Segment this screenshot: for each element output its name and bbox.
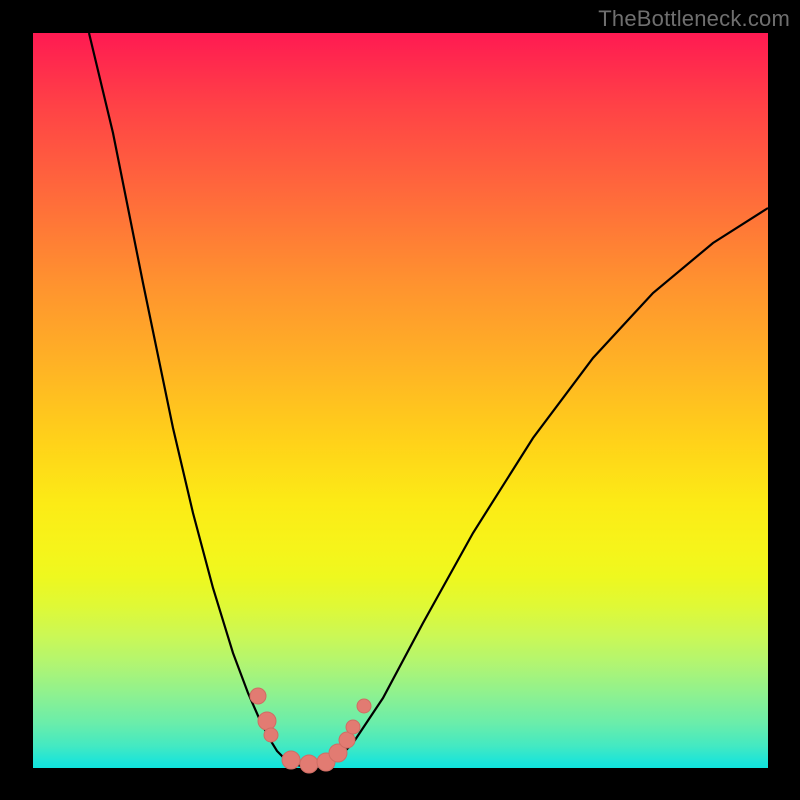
plot-area (33, 33, 768, 768)
data-marker (258, 712, 276, 730)
watermark-text: TheBottleneck.com (598, 6, 790, 32)
data-marker (346, 720, 360, 734)
data-marker (357, 699, 371, 713)
chart-frame: TheBottleneck.com (0, 0, 800, 800)
data-marker (282, 751, 300, 769)
data-marker (300, 755, 318, 773)
data-marker (250, 688, 266, 704)
bottleneck-curve (89, 33, 768, 767)
plot-svg (33, 33, 768, 768)
data-marker (264, 728, 278, 742)
